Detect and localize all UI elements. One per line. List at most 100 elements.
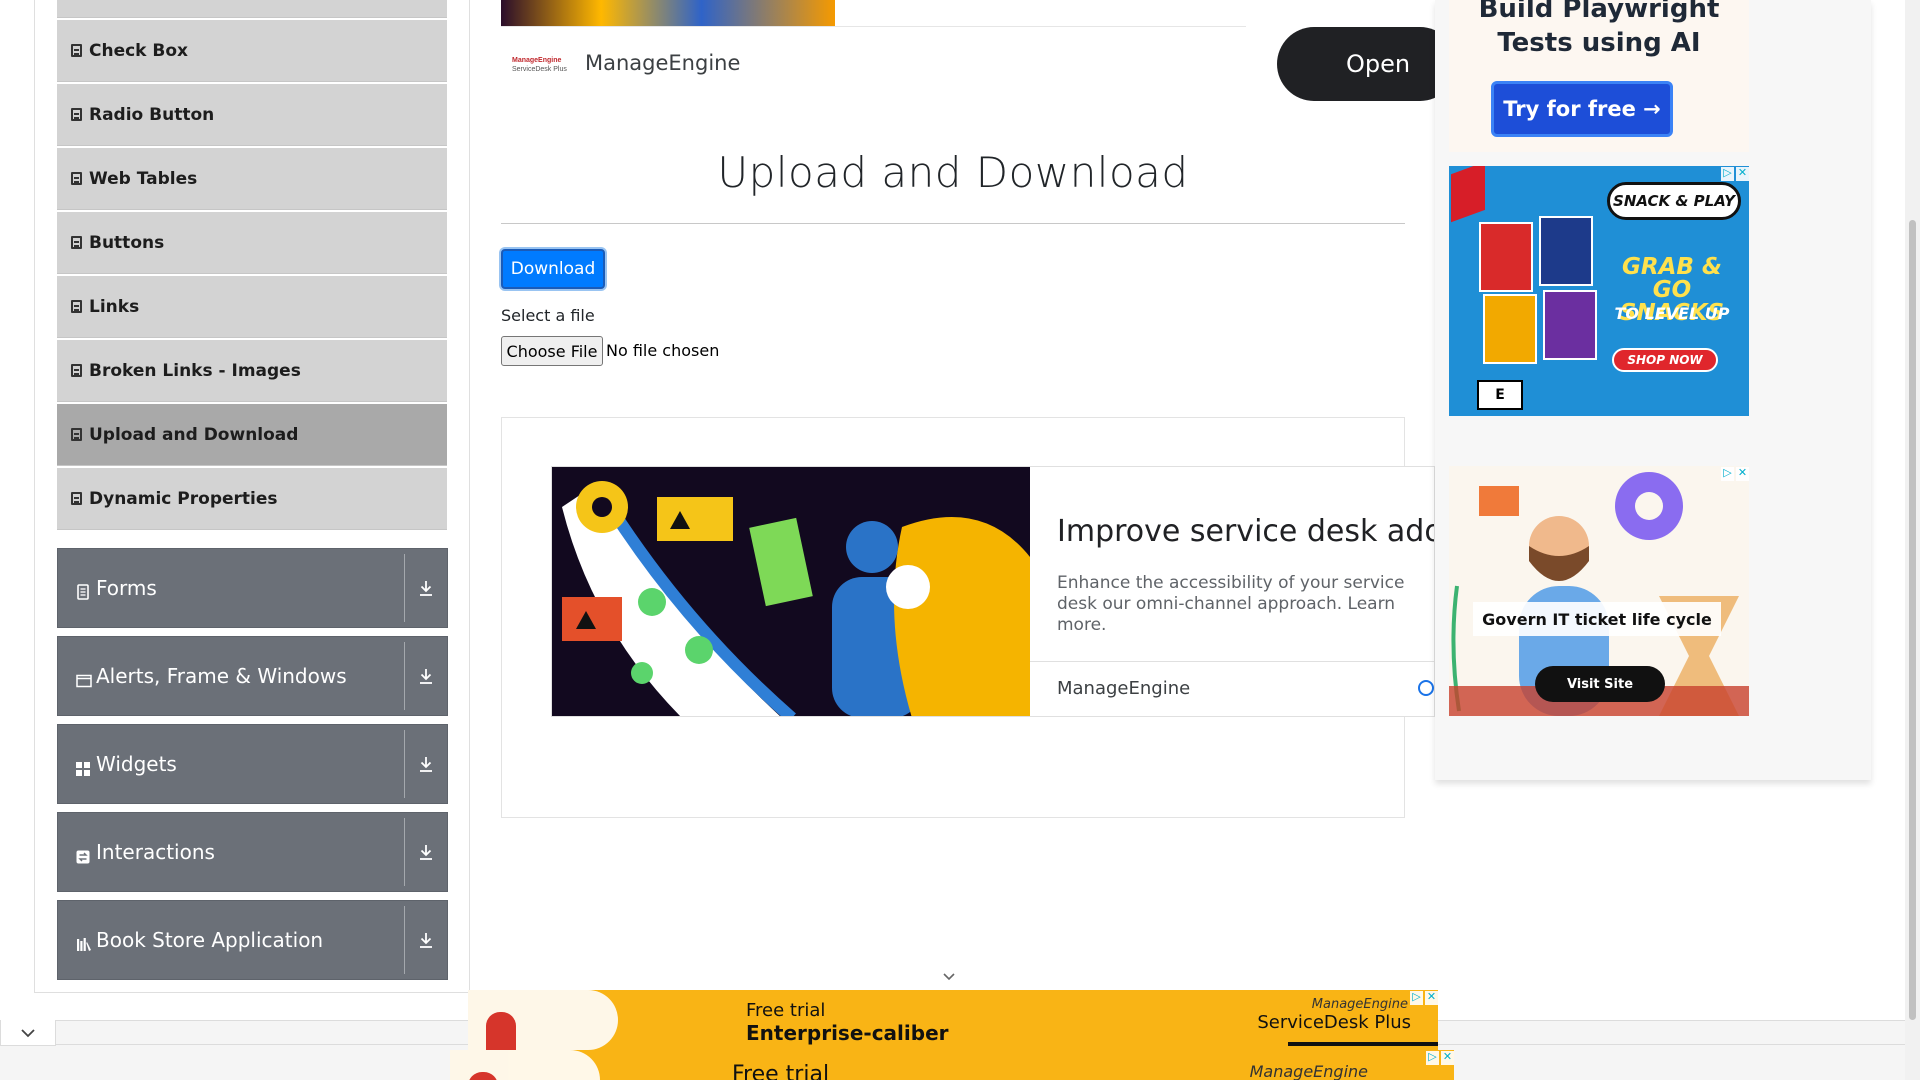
ad-body: Enhance the accessibility of your servic… xyxy=(1057,573,1405,635)
menu-item-label: Dynamic Properties xyxy=(89,488,278,509)
menu-item-upload-download[interactable]: Upload and Download xyxy=(57,404,447,466)
try-for-free-button[interactable]: Try for free → xyxy=(1491,81,1673,137)
bottom-banner-ad[interactable]: Free trial Enterprise-caliber ManageEngi… xyxy=(468,990,1438,1050)
group-label: Book Store Application xyxy=(96,928,324,952)
top-ad-divider xyxy=(501,26,1246,27)
menu-item-label: Links xyxy=(89,296,140,317)
menu-item-radio-button[interactable]: Radio Button xyxy=(57,84,447,146)
close-icon[interactable]: ✕ xyxy=(1736,167,1749,181)
top-ad-brand[interactable]: ManageEngine xyxy=(585,51,740,75)
banner-underline xyxy=(1288,1042,1438,1046)
ad-choices[interactable]: ▷ ✕ xyxy=(1721,466,1749,482)
collapse-tab[interactable] xyxy=(0,1020,56,1046)
page-scrollbar[interactable] xyxy=(1905,0,1920,1080)
logo-line2: ServiceDesk Plus xyxy=(512,66,567,73)
banner-illustration xyxy=(450,1050,600,1080)
snack-boxes-image xyxy=(1479,216,1599,372)
title-line1: Build Playwright xyxy=(1478,0,1720,24)
snack-subline: TO LEVEL UP xyxy=(1614,304,1730,323)
group-alerts-frame-windows[interactable]: Alerts, Frame & Windows xyxy=(57,636,448,716)
esrb-rating: E xyxy=(1477,380,1523,410)
top-ad-image[interactable] xyxy=(501,0,835,26)
headline-line1: GRAB & GO xyxy=(1622,254,1722,303)
snack-ad[interactable]: SNACK & PLAY GRAB & GO SNACKS TO LEVEL U… xyxy=(1449,166,1749,416)
bottom-banner-ad-2[interactable]: Free trial ManageEngine ▷ ✕ xyxy=(450,1050,1454,1080)
it-ad-tagline: Govern IT ticket life cycle xyxy=(1473,602,1721,636)
close-icon[interactable]: ✕ xyxy=(1425,991,1438,1005)
banner-line2: Enterprise-caliber xyxy=(746,1021,949,1045)
menu-item-dynamic-properties[interactable]: Dynamic Properties xyxy=(57,468,447,530)
download-arrow-icon[interactable] xyxy=(404,730,447,798)
menu-item-label: Web Tables xyxy=(89,168,198,189)
adchoices-icon[interactable]: ▷ xyxy=(1721,467,1734,481)
group-interactions[interactable]: Interactions xyxy=(57,812,448,892)
elements-menu-list: Check Box Radio Button Web Tables Button… xyxy=(57,0,447,532)
interactions-icon xyxy=(76,845,90,864)
chevron-down-icon[interactable] xyxy=(942,972,956,982)
group-forms[interactable]: Forms xyxy=(57,548,448,628)
ad-brand[interactable]: ManageEngine xyxy=(1057,678,1190,699)
ad-choices[interactable]: ▷ ✕ xyxy=(1410,990,1438,1006)
close-icon[interactable]: ✕ xyxy=(1441,1051,1454,1065)
menu-item-label: Buttons xyxy=(89,232,165,253)
banner-brand-small: ManageEngine xyxy=(1311,997,1408,1012)
adchoices-icon[interactable]: ▷ xyxy=(1426,1051,1439,1065)
bookstore-icon xyxy=(76,933,91,951)
document-icon xyxy=(76,581,90,600)
playwright-ad-title: Build Playwright Tests using AI xyxy=(1449,0,1749,60)
chevron-down-icon[interactable] xyxy=(20,1028,36,1038)
menu-item-links[interactable]: Links xyxy=(57,276,447,338)
group-book-store[interactable]: Book Store Application xyxy=(57,900,448,980)
left-panel: Check Box Radio Button Web Tables Button… xyxy=(34,0,470,993)
logo-line1: ManageEngine xyxy=(512,57,562,64)
select-file-label: Select a file xyxy=(501,306,595,325)
it-ticket-ad[interactable]: Govern IT ticket life cycle Visit Site ▷… xyxy=(1449,466,1749,716)
ad-illustration[interactable] xyxy=(552,467,1030,716)
banner-illustration xyxy=(468,990,618,1050)
download-arrow-icon[interactable] xyxy=(404,818,447,886)
service-desk-ad[interactable]: Improve service desk adopti Enhance the … xyxy=(551,466,1435,717)
choose-file-button[interactable]: Choose File xyxy=(501,336,603,366)
download-button[interactable]: Download xyxy=(501,249,605,289)
visit-site-button[interactable]: Visit Site xyxy=(1535,666,1665,702)
menu-item-partial[interactable] xyxy=(57,0,447,18)
list-icon xyxy=(71,364,82,377)
snack-play-tag: SNACK & PLAY xyxy=(1607,182,1741,220)
menu-item-label: Upload and Download xyxy=(89,424,299,445)
banner-line1: Free trial xyxy=(746,1000,826,1021)
menu-item-check-box[interactable]: Check Box xyxy=(57,20,447,82)
group-label: Alerts, Frame & Windows xyxy=(96,664,347,688)
ad-choices[interactable]: ▷ ✕ xyxy=(1426,1050,1454,1066)
group-widgets[interactable]: Widgets xyxy=(57,724,448,804)
group-label: Interactions xyxy=(96,840,215,864)
title-line2: Tests using AI xyxy=(1497,28,1701,58)
file-status-text: No file chosen xyxy=(606,341,720,360)
playwright-ad[interactable]: Build Playwright Tests using AI Try for … xyxy=(1449,0,1749,152)
download-arrow-icon[interactable] xyxy=(404,554,447,622)
menu-item-web-tables[interactable]: Web Tables xyxy=(57,148,447,210)
download-arrow-icon[interactable] xyxy=(404,642,447,710)
adchoices-icon[interactable]: ▷ xyxy=(1721,167,1734,181)
banner-brand-small: ManageEngine xyxy=(1249,1062,1368,1080)
menu-item-label: Check Box xyxy=(89,40,189,61)
banner-line1: Free trial xyxy=(732,1062,830,1080)
menu-item-label: Radio Button xyxy=(89,104,215,125)
adchoices-icon[interactable]: ▷ xyxy=(1410,991,1423,1005)
open-button[interactable]: Open xyxy=(1277,27,1457,101)
list-icon xyxy=(71,236,82,249)
ad-headline[interactable]: Improve service desk adopti xyxy=(1057,514,1434,549)
menu-item-buttons[interactable]: Buttons xyxy=(57,212,447,274)
page: Check Box Radio Button Web Tables Button… xyxy=(0,0,1920,1080)
ad-open-icon[interactable] xyxy=(1418,680,1434,696)
scrollbar-thumb[interactable] xyxy=(1909,220,1916,1020)
close-icon[interactable]: ✕ xyxy=(1736,467,1749,481)
list-icon xyxy=(71,492,82,505)
menu-item-broken-links[interactable]: Broken Links - Images xyxy=(57,340,447,402)
download-arrow-icon[interactable] xyxy=(404,906,447,974)
list-icon xyxy=(71,428,82,441)
ad-choices[interactable]: ▷ ✕ xyxy=(1721,166,1749,182)
nabisco-logo xyxy=(1451,166,1485,223)
list-icon xyxy=(71,172,82,185)
menu-item-label: Broken Links - Images xyxy=(89,360,301,381)
shop-now-button[interactable]: SHOP NOW xyxy=(1612,348,1718,372)
